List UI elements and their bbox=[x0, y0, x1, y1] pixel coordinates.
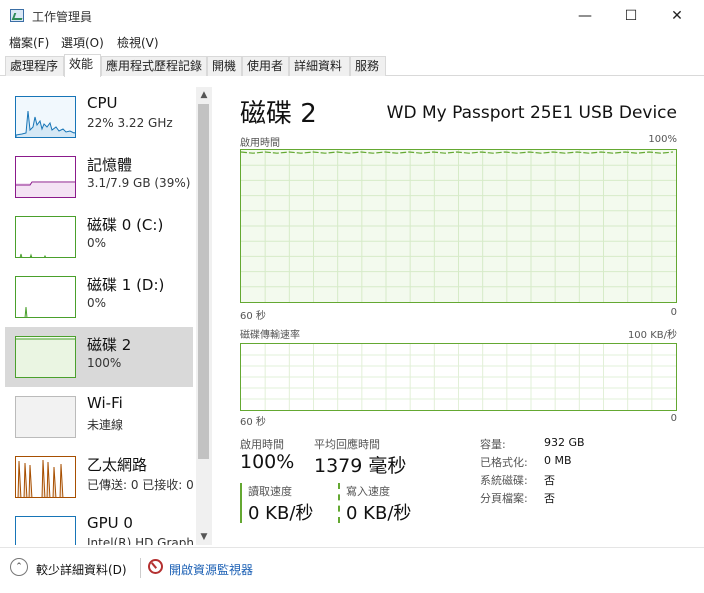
sidebar-item-name: CPU bbox=[87, 94, 118, 112]
transfer-rate-graph-label: 磁碟傳輸速率 bbox=[240, 330, 300, 341]
wifi-thumbnail-graph bbox=[15, 396, 76, 438]
memory-thumbnail-graph bbox=[15, 156, 76, 198]
active-time-graph-xend: 0 bbox=[670, 307, 677, 318]
sidebar-scrollbar[interactable]: ▲ ▼ bbox=[196, 87, 212, 545]
menu-view[interactable]: 檢視(V) bbox=[117, 34, 159, 51]
sidebar-item-value: 0% bbox=[87, 296, 107, 310]
transfer-rate-graph-xstart: 60 秒 bbox=[240, 417, 266, 428]
avg-response-label: 平均回應時間 bbox=[314, 438, 380, 451]
device-name: WD My Passport 25E1 USB Device bbox=[386, 103, 677, 123]
minimize-button[interactable]: — bbox=[562, 0, 608, 31]
read-speed-box: 讀取速度 0 KB/秒 bbox=[240, 483, 330, 524]
sidebar-item-value: 未連線 bbox=[87, 418, 124, 432]
resource-monitor-icon[interactable] bbox=[148, 559, 163, 574]
tab-processes[interactable]: 處理程序 bbox=[5, 56, 64, 76]
sidebar-item-value: 100% bbox=[87, 356, 122, 370]
sidebar-item-name: 磁碟 0 (C:) bbox=[87, 216, 164, 234]
gpu-thumbnail-graph bbox=[15, 516, 76, 545]
cpu-thumbnail-graph bbox=[15, 96, 76, 138]
disk-2-thumbnail-graph bbox=[15, 336, 76, 378]
transfer-rate-graph bbox=[240, 343, 677, 411]
disk-title: 磁碟 2 bbox=[240, 99, 317, 129]
formatted-value: 0 MB bbox=[544, 454, 572, 467]
footer-divider bbox=[140, 558, 141, 578]
active-time-line bbox=[241, 151, 674, 154]
sidebar-item-value: 3.1/7.9 GB (39%) bbox=[87, 176, 191, 190]
scroll-thumb[interactable] bbox=[198, 104, 209, 459]
maximize-button[interactable]: ☐ bbox=[608, 0, 654, 31]
active-time-label: 啟用時間 bbox=[240, 438, 284, 451]
transfer-rate-graph-xend: 0 bbox=[670, 413, 677, 424]
tab-startup[interactable]: 開機 bbox=[207, 56, 242, 76]
avg-response-value: 1379 毫秒 bbox=[314, 455, 407, 477]
menu-file[interactable]: 檔案(F) bbox=[9, 34, 49, 51]
sidebar-item-cpu[interactable]: CPU 22% 3.22 GHz bbox=[5, 87, 193, 147]
read-speed-value: 0 KB/秒 bbox=[248, 503, 314, 524]
write-speed-label: 寫入速度 bbox=[346, 485, 390, 498]
tab-bar: 處理程序 效能 應用程式歷程記錄 開機 使用者 詳細資料 服務 bbox=[0, 54, 704, 77]
window-title: 工作管理員 bbox=[32, 10, 93, 24]
close-button[interactable]: ✕ bbox=[654, 0, 700, 31]
formatted-label: 已格式化: bbox=[480, 456, 528, 469]
scroll-up-arrow-icon[interactable]: ▲ bbox=[196, 87, 212, 103]
system-disk-value: 否 bbox=[544, 474, 555, 487]
performance-pane: CPU 22% 3.22 GHz 記憶體 3.1/7.9 GB (39%) 磁碟… bbox=[0, 77, 704, 547]
sidebar-item-value: 22% 3.22 GHz bbox=[87, 116, 173, 130]
ethernet-thumbnail-graph bbox=[15, 456, 76, 498]
open-resource-monitor-link[interactable]: 開啟資源監視器 bbox=[169, 561, 253, 578]
sidebar-item-disk-0[interactable]: 磁碟 0 (C:) 0% bbox=[5, 207, 193, 267]
footer-bar: ⌃ 較少詳細資料(D) 開啟資源監視器 bbox=[0, 547, 704, 593]
scroll-down-arrow-icon[interactable]: ▼ bbox=[196, 529, 212, 545]
tab-details[interactable]: 詳細資料 bbox=[289, 56, 350, 76]
disk-0-thumbnail-graph bbox=[15, 216, 76, 258]
tab-users[interactable]: 使用者 bbox=[242, 56, 289, 76]
sidebar-item-memory[interactable]: 記憶體 3.1/7.9 GB (39%) bbox=[5, 147, 193, 207]
sidebar-item-name: 磁碟 1 (D:) bbox=[87, 276, 165, 294]
task-manager-icon bbox=[10, 9, 24, 22]
menu-bar: 檔案(F) 選項(O) 檢視(V) bbox=[0, 31, 704, 51]
sidebar-item-disk-2[interactable]: 磁碟 2 100% bbox=[5, 327, 193, 387]
sidebar-item-gpu-0[interactable]: GPU 0 Intel(R) HD Graphics bbox=[5, 507, 195, 545]
system-disk-label: 系統磁碟: bbox=[480, 474, 528, 487]
tab-performance[interactable]: 效能 bbox=[64, 54, 101, 77]
sidebar-item-ethernet[interactable]: 乙太網路 已傳送: 0 已接收: 0 K bbox=[5, 447, 195, 507]
fewer-details-link[interactable]: 較少詳細資料(D) bbox=[36, 561, 127, 578]
active-time-graph bbox=[240, 149, 677, 303]
title-bar: 工作管理員 — ☐ ✕ bbox=[0, 0, 704, 31]
write-speed-value: 0 KB/秒 bbox=[346, 503, 412, 524]
sidebar-item-value: 已傳送: 0 已接收: 0 K bbox=[87, 478, 195, 492]
disk-1-thumbnail-graph bbox=[15, 276, 76, 318]
active-time-graph-xstart: 60 秒 bbox=[240, 311, 266, 322]
active-time-value: 100% bbox=[240, 451, 295, 473]
sidebar-item-name: Wi-Fi bbox=[87, 394, 123, 412]
sidebar-item-disk-1[interactable]: 磁碟 1 (D:) 0% bbox=[5, 267, 193, 327]
page-file-label: 分頁檔案: bbox=[480, 492, 528, 505]
active-time-graph-label: 啟用時間 bbox=[240, 138, 280, 149]
collapse-chevron-icon[interactable]: ⌃ bbox=[10, 558, 28, 576]
resource-list: CPU 22% 3.22 GHz 記憶體 3.1/7.9 GB (39%) 磁碟… bbox=[5, 87, 214, 545]
capacity-label: 容量: bbox=[480, 438, 506, 451]
sidebar-item-name: 乙太網路 bbox=[87, 456, 148, 474]
sidebar-item-name: 記憶體 bbox=[87, 156, 133, 174]
sidebar-item-name: GPU 0 bbox=[87, 514, 133, 532]
active-time-graph-max: 100% bbox=[648, 134, 677, 145]
disk-detail-panel: 磁碟 2 WD My Passport 25E1 USB Device 啟用時間… bbox=[232, 77, 704, 547]
sidebar-item-name: 磁碟 2 bbox=[87, 336, 132, 354]
transfer-rate-graph-max: 100 KB/秒 bbox=[627, 330, 677, 341]
sidebar-item-value: Intel(R) HD Graphics bbox=[87, 536, 195, 545]
page-file-value: 否 bbox=[544, 492, 555, 505]
read-speed-label: 讀取速度 bbox=[248, 485, 292, 498]
write-speed-box: 寫入速度 0 KB/秒 bbox=[338, 483, 428, 524]
tab-app-history[interactable]: 應用程式歷程記錄 bbox=[101, 56, 207, 76]
tab-services[interactable]: 服務 bbox=[350, 56, 386, 76]
menu-options[interactable]: 選項(O) bbox=[61, 34, 104, 51]
capacity-value: 932 GB bbox=[544, 436, 585, 449]
sidebar-item-wifi[interactable]: Wi-Fi 未連線 bbox=[5, 387, 193, 447]
sidebar-item-value: 0% bbox=[87, 236, 107, 250]
